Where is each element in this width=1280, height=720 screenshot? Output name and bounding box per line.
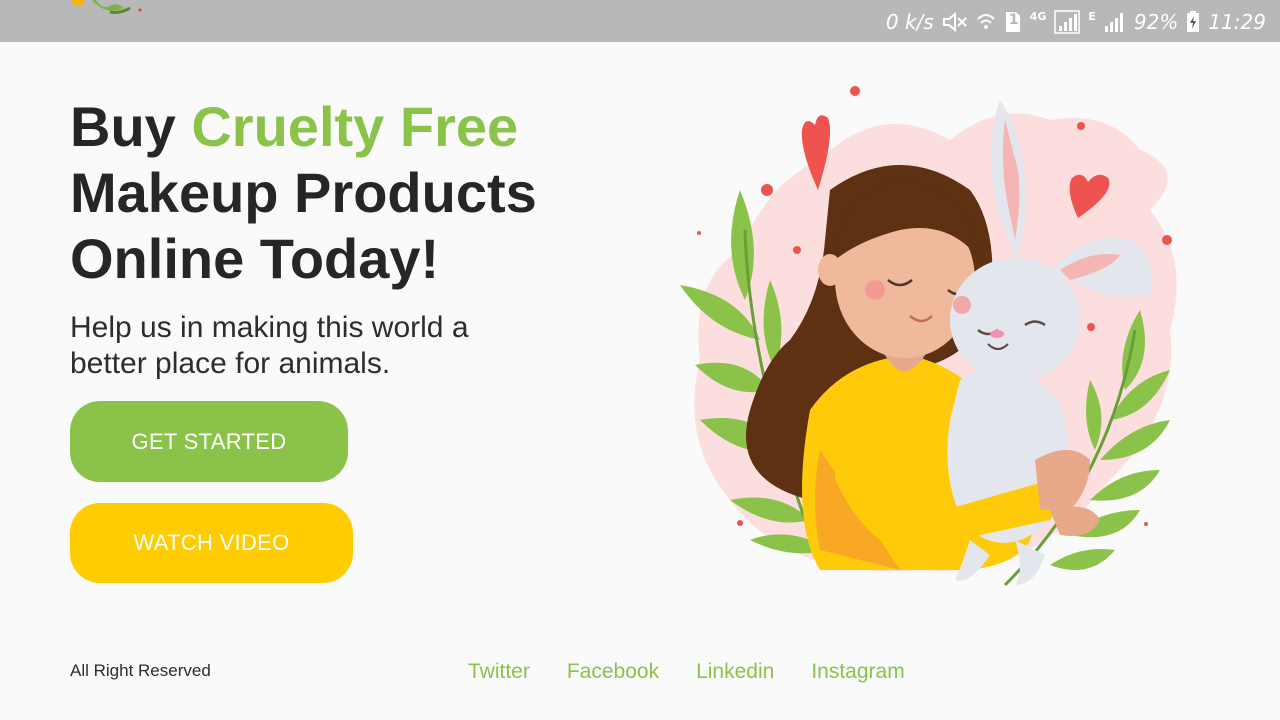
deco-dot — [697, 231, 701, 235]
hero-illustration — [680, 86, 1177, 587]
deco-dot — [1087, 323, 1095, 331]
headline-line-2: Makeup Products — [70, 161, 537, 224]
hero-headline: Buy Cruelty Free Makeup Products Online … — [70, 94, 630, 292]
deco-dot — [761, 184, 773, 196]
rabbit-head — [950, 258, 1080, 382]
network-speed: 0 k/s — [885, 10, 934, 34]
status-bar: 0 k/s 1 4G E 92% 11:29 — [0, 0, 1280, 42]
deco-dot — [1162, 235, 1172, 245]
mute-icon — [942, 11, 967, 33]
get-started-button[interactable]: GET STARTED — [70, 401, 348, 482]
network-type-2: E — [1088, 9, 1096, 23]
battery-charging-icon — [1187, 11, 1200, 32]
social-links: Twitter Facebook Linkedin Instagram — [468, 660, 905, 684]
hero-subtitle: Help us in making this world a better pl… — [70, 311, 469, 380]
status-indicators: 0 k/s 1 4G E 92% 11:29 — [886, 8, 1266, 36]
battery-percent: 92% — [1133, 10, 1179, 34]
linkedin-link[interactable]: Linkedin — [696, 660, 774, 684]
sim-badge: 1 — [1008, 12, 1019, 28]
network-type: 4G — [1029, 9, 1047, 23]
deco-dot — [793, 246, 801, 254]
headline-prefix: Buy — [70, 95, 192, 158]
signal-icon — [1054, 10, 1081, 34]
deco-dot — [1077, 122, 1085, 130]
deco-dot — [737, 520, 743, 526]
watch-video-button[interactable]: WATCH VIDEO — [70, 503, 353, 583]
facebook-link[interactable]: Facebook — [567, 660, 659, 684]
footer-copyright: All Right Reserved — [70, 661, 211, 680]
signal-icon — [1104, 13, 1123, 32]
sim-icon: 1 — [1004, 11, 1022, 33]
instagram-link[interactable]: Instagram — [811, 660, 904, 684]
logo-icon — [72, 0, 142, 14]
deco-dot — [850, 86, 860, 96]
twitter-link[interactable]: Twitter — [468, 660, 530, 684]
clock: 11:29 — [1208, 10, 1266, 34]
wifi-icon — [976, 14, 995, 29]
headline-line-3: Online Today! — [70, 227, 440, 290]
headline-accent: Cruelty Free — [191, 95, 519, 158]
deco-dot — [1144, 522, 1148, 526]
